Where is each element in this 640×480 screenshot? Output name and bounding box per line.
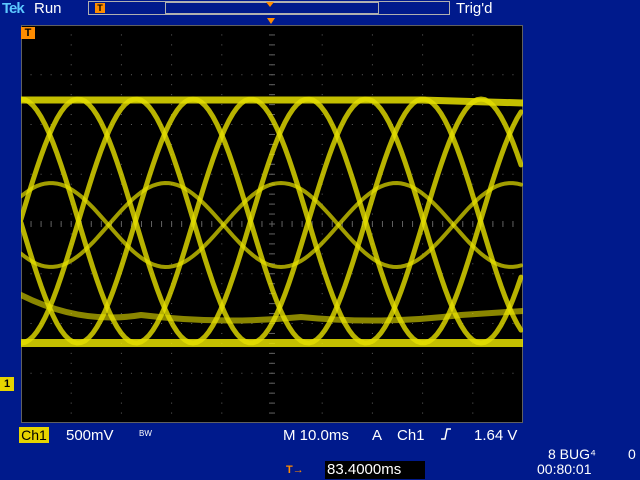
acquisition-state: Run xyxy=(34,0,62,17)
status-bar: Tek Run T Trig'd xyxy=(0,0,640,18)
rising-edge-icon xyxy=(440,427,452,445)
record-length-bar: T xyxy=(88,1,450,15)
waveform-trace xyxy=(21,96,523,346)
waveform-trace xyxy=(21,96,523,107)
channel-1-ground-marker[interactable]: 1 xyxy=(0,377,14,391)
waveform-display[interactable] xyxy=(21,25,523,423)
brand-logo: Tek xyxy=(2,0,25,17)
clock: 00:80:01 xyxy=(537,461,592,477)
status-line: 8 BUG⁴ xyxy=(548,446,597,462)
trigger-position-icon: T→ xyxy=(286,464,304,476)
trigger-position-arrow-icon xyxy=(267,18,275,24)
record-trigger-icon: T xyxy=(95,3,105,13)
volts-per-div: 500mV xyxy=(66,427,114,444)
waveform-trace xyxy=(21,96,523,346)
waveform-trace xyxy=(21,96,523,346)
trigger-mode: A xyxy=(372,427,383,444)
trigger-level: 1.64 V xyxy=(474,427,518,444)
trigger-source: Ch1 xyxy=(397,427,425,444)
timebase-readout: M 10.0ms xyxy=(283,427,349,444)
status-value: 0 xyxy=(628,446,636,462)
waveform-trace xyxy=(21,180,523,270)
channel-1-waveform xyxy=(21,96,523,347)
channel-1-label[interactable]: Ch1 xyxy=(19,427,49,443)
waveform-trace xyxy=(21,96,523,346)
bandwidth-limit-indicator: BW xyxy=(139,429,152,438)
waveform-trace xyxy=(21,180,523,270)
trigger-position-value[interactable]: 83.4000ms xyxy=(325,461,425,479)
trigger-marker-icon[interactable]: T xyxy=(21,27,35,39)
trigger-status: Trig'd xyxy=(456,0,493,17)
record-trigger-position-icon xyxy=(266,2,274,7)
